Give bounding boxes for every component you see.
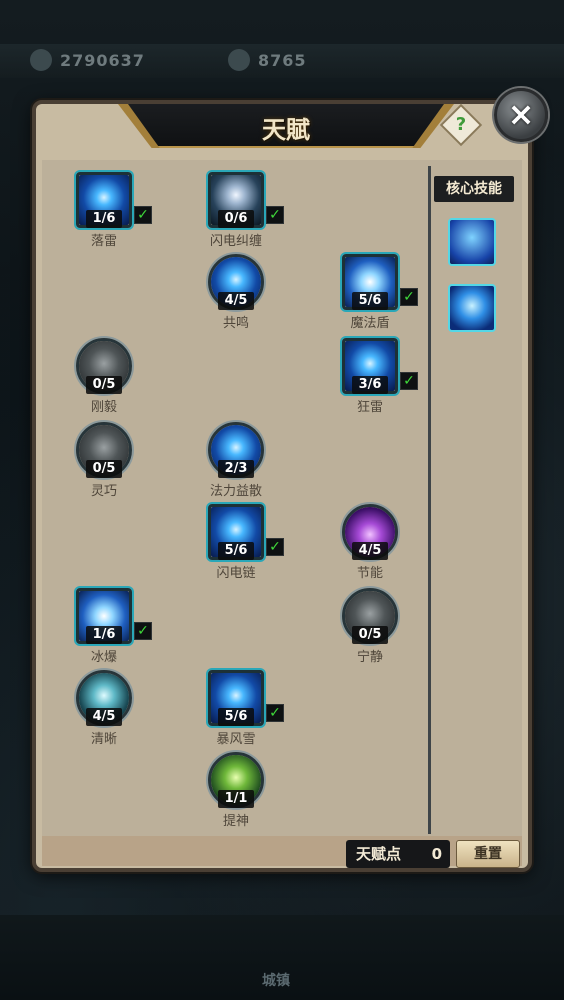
talent-count: 5/6: [352, 292, 388, 310]
talent-node[interactable]: 5/6 魔法盾 ✓: [342, 254, 418, 334]
talent-name: 闪电纠缠: [209, 234, 262, 249]
talent-node[interactable]: 4/5 清晰: [76, 670, 132, 750]
talent-name: 狂雷: [356, 400, 383, 415]
talent-node[interactable]: 4/5 节能: [342, 504, 398, 584]
talent-name: 灵巧: [90, 484, 117, 499]
talent-count: 5/6: [218, 708, 254, 726]
checkmark-icon: ✓: [134, 206, 152, 224]
talent-node[interactable]: 5/6 闪电链 ✓: [208, 504, 284, 584]
talent-node[interactable]: 4/5 共鸣: [208, 254, 264, 334]
talent-panel: 天賦 ? × 核心技能 1/6 落雷 ✓ 0/6 闪电纠缠 ✓ 4/5 共鸣 5/6 魔法盾 ✓ 0/…: [32, 88, 548, 872]
gem-icon: [228, 49, 250, 71]
talent-count: 2/3: [218, 460, 254, 478]
talent-node[interactable]: 2/3 法力益散: [208, 422, 264, 502]
talent-name: 暴风雪: [216, 732, 256, 747]
core-skills-title: 核心技能: [434, 176, 514, 202]
talent-name: 节能: [356, 566, 383, 581]
talent-node[interactable]: 1/1 提神: [208, 752, 264, 832]
talent-count: 1/1: [218, 790, 254, 808]
panel-divider: [428, 166, 431, 834]
talent-name: 宁静: [356, 650, 383, 665]
close-button[interactable]: ×: [494, 88, 548, 142]
talent-name: 法力益散: [209, 484, 262, 499]
talent-count: 5/6: [218, 542, 254, 560]
gem-resource: 8765: [228, 48, 307, 72]
talent-count: 4/5: [352, 542, 388, 560]
talent-name: 闪电链: [216, 566, 256, 581]
coin-resource: 2790637: [30, 48, 145, 72]
checkmark-icon: ✓: [400, 372, 418, 390]
talent-name: 冰爆: [90, 650, 117, 665]
talent-points-value: 0: [431, 845, 442, 863]
talent-name: 清晰: [90, 732, 117, 747]
talent-count: 4/5: [86, 708, 122, 726]
talent-points-label: 天赋点: [356, 845, 402, 863]
checkmark-icon: ✓: [134, 622, 152, 640]
talent-node[interactable]: 0/5 宁静: [342, 588, 398, 668]
talent-count: 4/5: [218, 292, 254, 310]
checkmark-icon: ✓: [266, 538, 284, 556]
checkmark-icon: ✓: [400, 288, 418, 306]
coin-icon: [30, 49, 52, 71]
talent-node[interactable]: 1/6 落雷 ✓: [76, 172, 152, 252]
checkmark-icon: ✓: [266, 704, 284, 722]
talent-points-display: 天赋点 0: [346, 840, 450, 868]
talent-name: 刚毅: [90, 400, 117, 415]
nav-town-label[interactable]: 城镇: [262, 970, 290, 990]
talent-node[interactable]: 0/6 闪电纠缠 ✓: [208, 172, 284, 252]
panel-footer: [42, 836, 522, 866]
close-icon: ×: [507, 95, 535, 133]
talent-node[interactable]: 1/6 冰爆 ✓: [76, 588, 152, 668]
wind-slash-icon[interactable]: [448, 284, 496, 332]
reset-button[interactable]: 重置: [456, 840, 520, 868]
checkmark-icon: ✓: [266, 206, 284, 224]
talent-count: 1/6: [86, 626, 122, 644]
talent-node[interactable]: 0/5 刚毅: [76, 338, 132, 418]
talent-count: 3/6: [352, 376, 388, 394]
question-icon: ?: [455, 114, 467, 135]
talent-count: 0/6: [218, 210, 254, 228]
talent-name: 落雷: [90, 234, 117, 249]
talent-name: 魔法盾: [350, 316, 390, 331]
coin-value: 2790637: [60, 50, 145, 70]
talent-name: 提神: [222, 814, 249, 829]
gem-value: 8765: [258, 50, 307, 70]
talent-name: 共鸣: [222, 316, 249, 331]
talent-count: 0/5: [352, 626, 388, 644]
talent-node[interactable]: 3/6 狂雷 ✓: [342, 338, 418, 418]
talent-node[interactable]: 5/6 暴风雪 ✓: [208, 670, 284, 750]
talent-node[interactable]: 0/5 灵巧: [76, 422, 132, 502]
talent-count: 0/5: [86, 376, 122, 394]
shield-ice-icon[interactable]: [448, 218, 496, 266]
talent-count: 0/5: [86, 460, 122, 478]
talent-count: 1/6: [86, 210, 122, 228]
